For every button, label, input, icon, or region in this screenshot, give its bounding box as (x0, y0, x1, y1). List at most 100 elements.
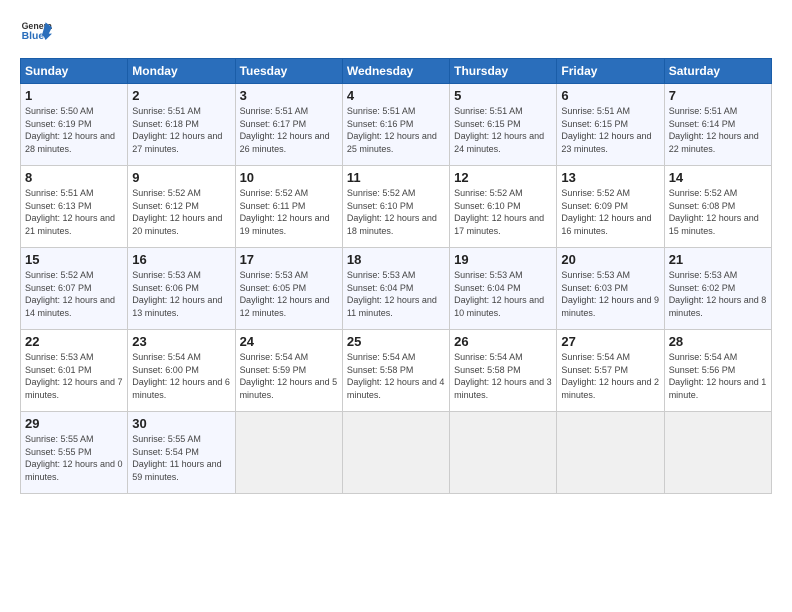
calendar-cell: 19 Sunrise: 5:53 AMSunset: 6:04 PMDayligh… (450, 248, 557, 330)
day-info: Sunrise: 5:53 AMSunset: 6:01 PMDaylight:… (25, 351, 123, 401)
day-number: 2 (132, 88, 230, 103)
calendar-cell: 14Sunrise: 5:52 AMSunset: 6:08 PMDayligh… (664, 166, 771, 248)
calendar-cell: 18 Sunrise: 5:53 AMSunset: 6:04 PMDayligh… (342, 248, 449, 330)
day-number: 21 (669, 252, 767, 267)
day-number: 30 (132, 416, 230, 431)
day-number: 8 (25, 170, 123, 185)
day-info: Sunrise: 5:53 AMSunset: 6:03 PMDaylight:… (561, 269, 659, 319)
calendar-cell: 28 Sunrise: 5:54 AMSunset: 5:56 PMDayligh… (664, 330, 771, 412)
day-number: 29 (25, 416, 123, 431)
day-number: 28 (669, 334, 767, 349)
day-number: 24 (240, 334, 338, 349)
calendar-cell: 24 Sunrise: 5:54 AMSunset: 5:59 PMDayligh… (235, 330, 342, 412)
day-header-tuesday: Tuesday (235, 59, 342, 84)
day-header-wednesday: Wednesday (342, 59, 449, 84)
day-number: 10 (240, 170, 338, 185)
calendar-table: SundayMondayTuesdayWednesdayThursdayFrid… (20, 58, 772, 494)
day-number: 27 (561, 334, 659, 349)
day-info: Sunrise: 5:52 AMSunset: 6:12 PMDaylight:… (132, 187, 230, 237)
day-info: Sunrise: 5:51 AMSunset: 6:17 PMDaylight:… (240, 105, 338, 155)
calendar-cell: 10 Sunrise: 5:52 AMSunset: 6:11 PMDayligh… (235, 166, 342, 248)
day-number: 11 (347, 170, 445, 185)
calendar-cell: 30Sunrise: 5:55 AMSunset: 5:54 PMDayligh… (128, 412, 235, 494)
day-info: Sunrise: 5:53 AMSunset: 6:02 PMDaylight:… (669, 269, 767, 319)
calendar-cell: 6 Sunrise: 5:51 AMSunset: 6:15 PMDaylight… (557, 84, 664, 166)
calendar-cell: 17 Sunrise: 5:53 AMSunset: 6:05 PMDayligh… (235, 248, 342, 330)
day-number: 22 (25, 334, 123, 349)
calendar-cell: 26 Sunrise: 5:54 AMSunset: 5:58 PMDayligh… (450, 330, 557, 412)
logo: General Blue (20, 16, 52, 48)
day-info: Sunrise: 5:52 AMSunset: 6:10 PMDaylight:… (347, 187, 445, 237)
calendar-cell (342, 412, 449, 494)
day-info: Sunrise: 5:51 AMSunset: 6:14 PMDaylight:… (669, 105, 767, 155)
day-info: Sunrise: 5:53 AMSunset: 6:04 PMDaylight:… (454, 269, 552, 319)
day-info: Sunrise: 5:51 AMSunset: 6:13 PMDaylight:… (25, 187, 123, 237)
day-number: 7 (669, 88, 767, 103)
calendar-cell (450, 412, 557, 494)
calendar-cell: 3 Sunrise: 5:51 AMSunset: 6:17 PMDaylight… (235, 84, 342, 166)
day-info: Sunrise: 5:53 AMSunset: 6:04 PMDaylight:… (347, 269, 445, 319)
day-number: 3 (240, 88, 338, 103)
calendar-cell: 22 Sunrise: 5:53 AMSunset: 6:01 PMDayligh… (21, 330, 128, 412)
day-info: Sunrise: 5:51 AMSunset: 6:15 PMDaylight:… (561, 105, 659, 155)
day-number: 25 (347, 334, 445, 349)
day-info: Sunrise: 5:54 AMSunset: 5:59 PMDaylight:… (240, 351, 338, 401)
calendar-cell: 11 Sunrise: 5:52 AMSunset: 6:10 PMDayligh… (342, 166, 449, 248)
day-info: Sunrise: 5:54 AMSunset: 5:57 PMDaylight:… (561, 351, 659, 401)
day-number: 1 (25, 88, 123, 103)
day-number: 9 (132, 170, 230, 185)
day-info: Sunrise: 5:54 AMSunset: 5:58 PMDaylight:… (347, 351, 445, 401)
calendar-cell: 1 Sunrise: 5:50 AMSunset: 6:19 PMDaylight… (21, 84, 128, 166)
calendar-cell: 16 Sunrise: 5:53 AMSunset: 6:06 PMDayligh… (128, 248, 235, 330)
svg-text:Blue: Blue (22, 31, 45, 42)
day-number: 16 (132, 252, 230, 267)
day-number: 19 (454, 252, 552, 267)
day-info: Sunrise: 5:52 AMSunset: 6:09 PMDaylight:… (561, 187, 659, 237)
day-info: Sunrise: 5:53 AMSunset: 6:06 PMDaylight:… (132, 269, 230, 319)
calendar-cell: 13 Sunrise: 5:52 AMSunset: 6:09 PMDayligh… (557, 166, 664, 248)
day-info: Sunrise: 5:50 AMSunset: 6:19 PMDaylight:… (25, 105, 123, 155)
day-info: Sunrise: 5:53 AMSunset: 6:05 PMDaylight:… (240, 269, 338, 319)
calendar-cell: 12 Sunrise: 5:52 AMSunset: 6:10 PMDayligh… (450, 166, 557, 248)
day-number: 12 (454, 170, 552, 185)
calendar-cell: 21 Sunrise: 5:53 AMSunset: 6:02 PMDayligh… (664, 248, 771, 330)
calendar-cell (664, 412, 771, 494)
page-header: General Blue (20, 16, 772, 48)
calendar-cell: 15 Sunrise: 5:52 AMSunset: 6:07 PMDayligh… (21, 248, 128, 330)
calendar-cell: 27 Sunrise: 5:54 AMSunset: 5:57 PMDayligh… (557, 330, 664, 412)
day-number: 6 (561, 88, 659, 103)
calendar-cell: 2 Sunrise: 5:51 AMSunset: 6:18 PMDaylight… (128, 84, 235, 166)
day-info: Sunrise: 5:54 AMSunset: 5:58 PMDaylight:… (454, 351, 552, 401)
calendar-cell: 9 Sunrise: 5:52 AMSunset: 6:12 PMDaylight… (128, 166, 235, 248)
day-number: 26 (454, 334, 552, 349)
calendar-cell (235, 412, 342, 494)
calendar-cell: 8 Sunrise: 5:51 AMSunset: 6:13 PMDaylight… (21, 166, 128, 248)
day-number: 18 (347, 252, 445, 267)
day-info: Sunrise: 5:52 AMSunset: 6:10 PMDaylight:… (454, 187, 552, 237)
day-info: Sunrise: 5:52 AMSunset: 6:08 PMDaylight:… (669, 187, 767, 237)
day-header-saturday: Saturday (664, 59, 771, 84)
day-header-sunday: Sunday (21, 59, 128, 84)
day-info: Sunrise: 5:51 AMSunset: 6:16 PMDaylight:… (347, 105, 445, 155)
calendar-cell: 5 Sunrise: 5:51 AMSunset: 6:15 PMDaylight… (450, 84, 557, 166)
day-header-monday: Monday (128, 59, 235, 84)
day-info: Sunrise: 5:51 AMSunset: 6:15 PMDaylight:… (454, 105, 552, 155)
day-info: Sunrise: 5:55 AMSunset: 5:55 PMDaylight:… (25, 433, 123, 483)
day-number: 5 (454, 88, 552, 103)
day-info: Sunrise: 5:51 AMSunset: 6:18 PMDaylight:… (132, 105, 230, 155)
calendar-cell: 4 Sunrise: 5:51 AMSunset: 6:16 PMDaylight… (342, 84, 449, 166)
calendar-cell: 25 Sunrise: 5:54 AMSunset: 5:58 PMDayligh… (342, 330, 449, 412)
day-info: Sunrise: 5:54 AMSunset: 6:00 PMDaylight:… (132, 351, 230, 401)
calendar-cell: 29 Sunrise: 5:55 AMSunset: 5:55 PMDayligh… (21, 412, 128, 494)
day-number: 23 (132, 334, 230, 349)
day-number: 4 (347, 88, 445, 103)
calendar-cell: 20Sunrise: 5:53 AMSunset: 6:03 PMDayligh… (557, 248, 664, 330)
day-number: 13 (561, 170, 659, 185)
day-info: Sunrise: 5:52 AMSunset: 6:07 PMDaylight:… (25, 269, 123, 319)
day-header-friday: Friday (557, 59, 664, 84)
day-info: Sunrise: 5:52 AMSunset: 6:11 PMDaylight:… (240, 187, 338, 237)
day-number: 17 (240, 252, 338, 267)
day-header-thursday: Thursday (450, 59, 557, 84)
day-info: Sunrise: 5:54 AMSunset: 5:56 PMDaylight:… (669, 351, 767, 401)
day-number: 15 (25, 252, 123, 267)
